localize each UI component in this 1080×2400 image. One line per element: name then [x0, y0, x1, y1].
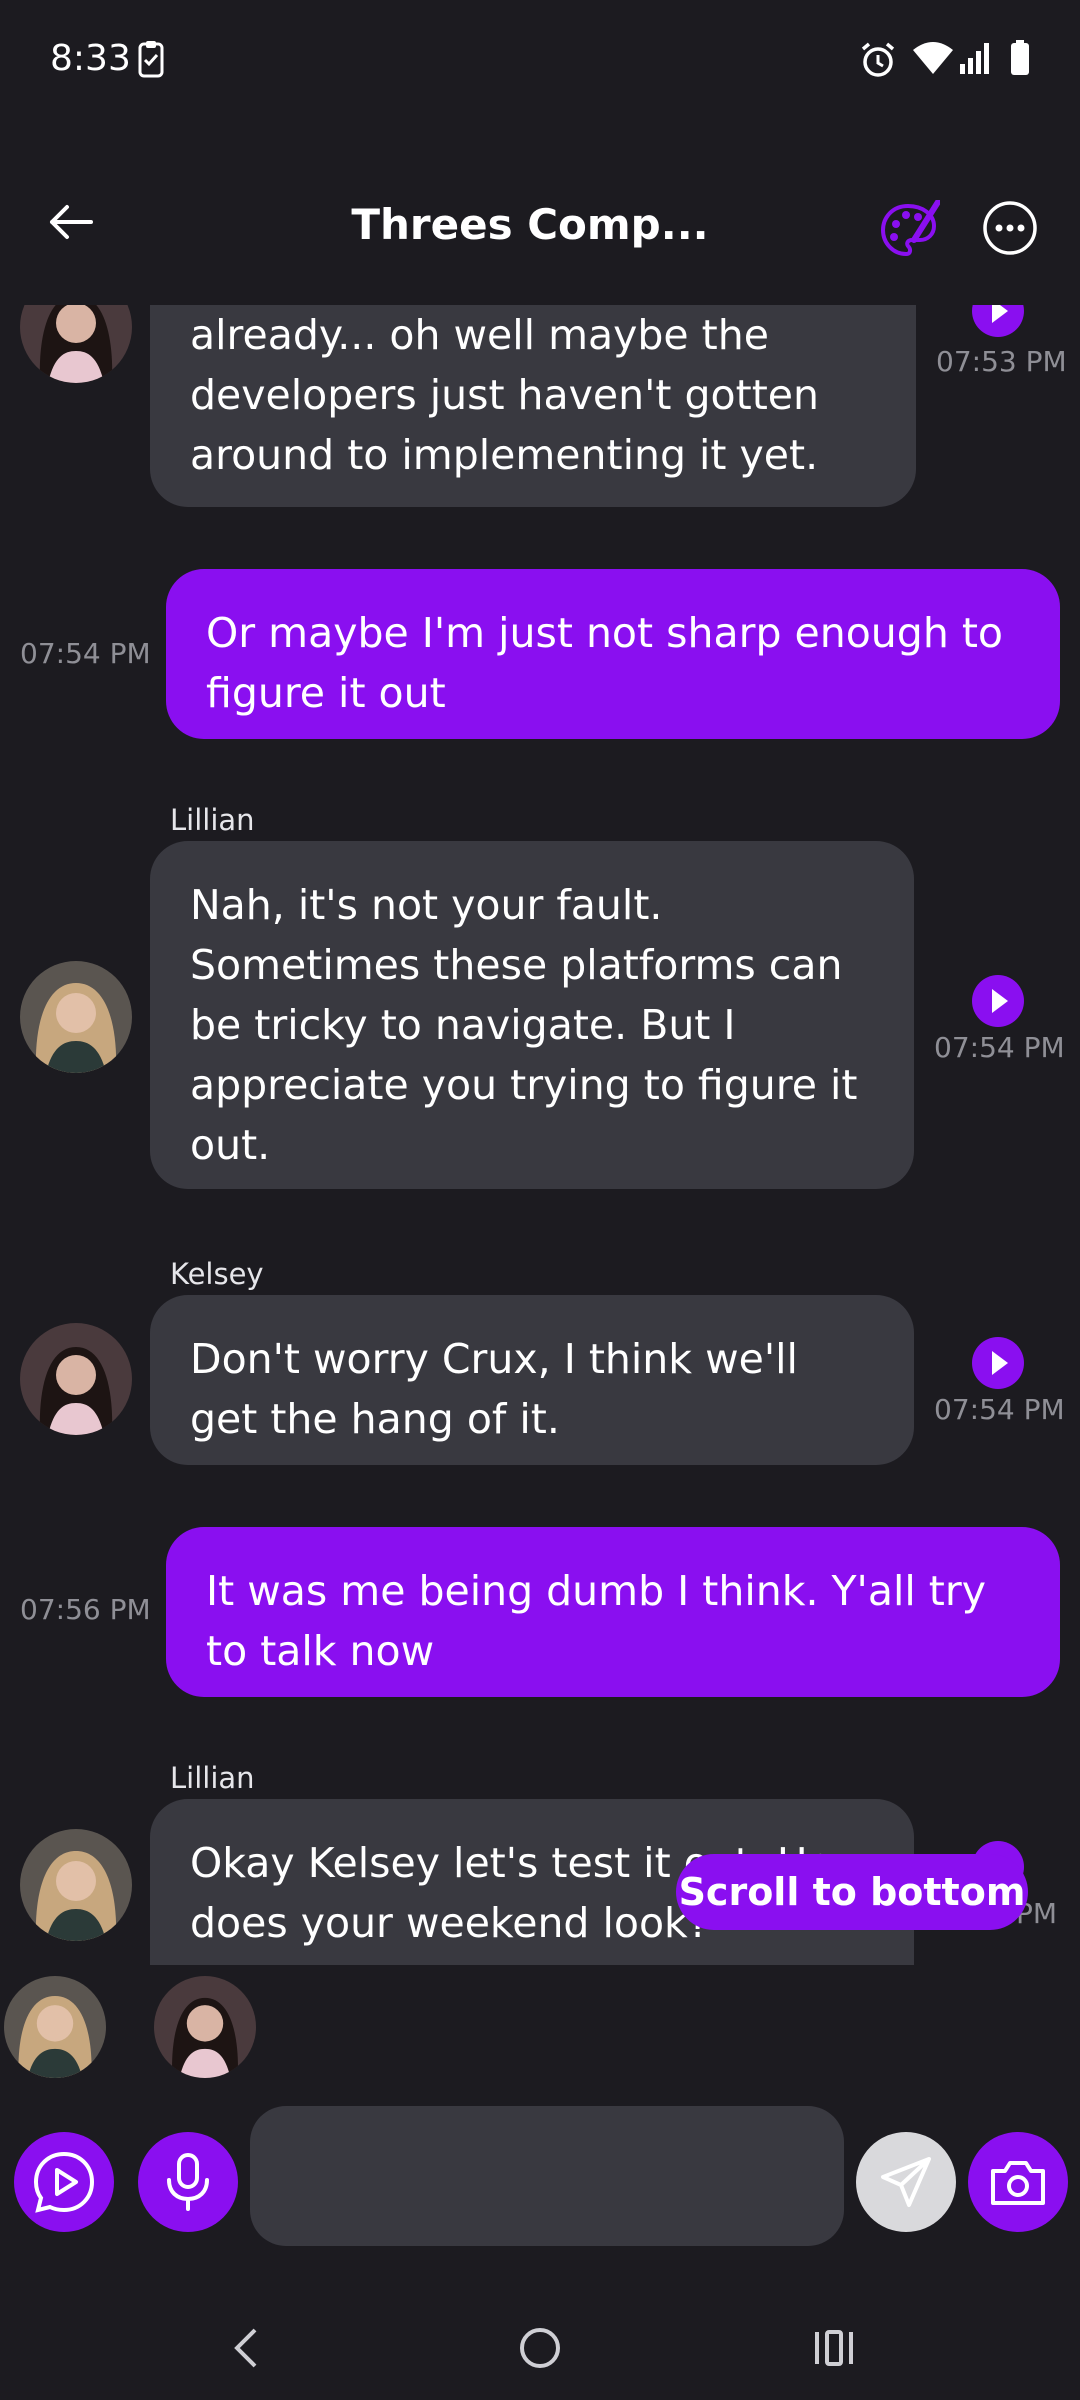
sender-name: Lillian: [170, 1761, 255, 1795]
message-bubble[interactable]: Or maybe I'm just not sharp enough to fi…: [166, 569, 1060, 739]
theme-button[interactable]: [878, 199, 941, 262]
message-time: 07:53 PM: [936, 345, 1067, 378]
message-bubble[interactable]: Nah, it's not your fault. Sometimes thes…: [150, 841, 914, 1189]
message-time: 07:54 PM: [934, 1031, 1065, 1064]
back-button[interactable]: [40, 192, 100, 252]
recents-icon: [815, 2330, 853, 2366]
message-text: Nah, it's not your fault. Sometimes thes…: [190, 881, 858, 1169]
lillian-avatar[interactable]: [20, 961, 132, 1073]
voice-message-button[interactable]: [138, 2132, 238, 2232]
kelsey-avatar[interactable]: [20, 1323, 132, 1435]
palette-icon: [880, 199, 941, 257]
camera-icon: [991, 2161, 1045, 2205]
play-bubble-icon: [33, 2151, 95, 2213]
message-bubble[interactable]: already... oh well maybe the developers …: [150, 305, 916, 507]
microphone-icon: [167, 2153, 209, 2211]
message-text: Or maybe I'm just not sharp enough to fi…: [206, 609, 1003, 717]
message-time: 07:54 PM: [20, 637, 151, 670]
message-text: It was me being dumb I think. Y'all try …: [206, 1567, 986, 1675]
arrow-left-icon: [50, 205, 93, 239]
nav-recents-button[interactable]: [794, 2308, 874, 2388]
lillian-avatar[interactable]: [4, 1976, 106, 2078]
nav-home-button[interactable]: [500, 2308, 580, 2388]
system-nav-bar: [0, 2290, 1080, 2400]
kelsey-avatar[interactable]: [154, 1976, 256, 2078]
message-bubble[interactable]: Don't worry Crux, I think we'll get the …: [150, 1295, 914, 1465]
chat-title[interactable]: Threes Comp...: [260, 200, 800, 249]
more-options-button[interactable]: [982, 200, 1038, 256]
signal-icon: [960, 43, 989, 74]
chevron-left-icon: [234, 2328, 257, 2368]
message-bubble[interactable]: It was me being dumb I think. Y'all try …: [166, 1527, 1060, 1697]
chat-header: Threes Comp...: [0, 160, 1080, 290]
status-bar: 8:33: [0, 0, 1080, 120]
alarm-icon: [861, 42, 895, 77]
more-icon: [983, 201, 1037, 255]
scroll-to-bottom-button[interactable]: Scroll to bottom: [676, 1854, 1028, 1930]
lillian-avatar[interactable]: [20, 1829, 132, 1941]
battery-icon: [1011, 40, 1029, 75]
message-text: Don't worry Crux, I think we'll get the …: [190, 1335, 798, 1443]
home-circle-icon: [520, 2328, 560, 2368]
play-audio-icon[interactable]: [972, 975, 1024, 1027]
sender-name: Kelsey: [170, 1257, 264, 1291]
wifi-icon: [913, 42, 953, 74]
sender-name: Lillian: [170, 803, 255, 837]
nav-back-button[interactable]: [206, 2308, 286, 2388]
message-list[interactable]: already... oh well maybe the developers …: [0, 305, 1080, 1965]
send-button[interactable]: [856, 2132, 956, 2232]
play-audio-icon[interactable]: [972, 305, 1024, 337]
kelsey-avatar[interactable]: [20, 305, 132, 383]
camera-button[interactable]: [968, 2132, 1068, 2232]
video-message-button[interactable]: [14, 2132, 114, 2232]
play-audio-icon[interactable]: [972, 1337, 1024, 1389]
message-time: 07:54 PM: [934, 1393, 1065, 1426]
message-input[interactable]: [250, 2106, 844, 2246]
message-time: 07:56 PM: [20, 1593, 151, 1626]
clipboard-check-icon: [138, 41, 164, 78]
message-text: already... oh well maybe the developers …: [190, 311, 819, 479]
send-icon: [881, 2157, 931, 2207]
status-time: 8:33: [50, 38, 131, 79]
